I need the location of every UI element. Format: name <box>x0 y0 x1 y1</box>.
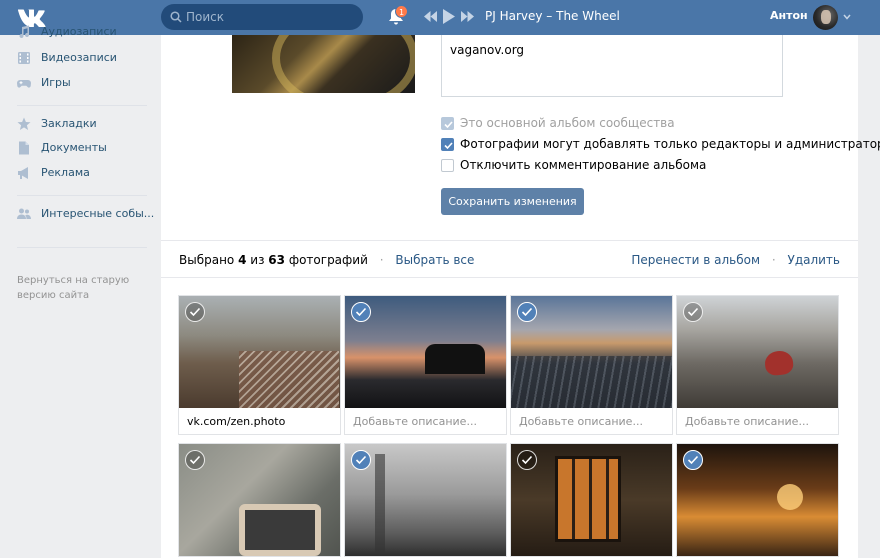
sidebar-item-label: Документы <box>41 141 107 154</box>
selection-suffix: фотографий <box>288 253 368 267</box>
photo-image[interactable] <box>511 444 672 556</box>
photo-image[interactable] <box>345 444 506 556</box>
photo-select-checkbox[interactable] <box>185 302 205 322</box>
selected-count: 4 <box>238 253 247 267</box>
photo-select-checkbox[interactable] <box>351 302 371 322</box>
album-cover-image[interactable] <box>232 35 415 93</box>
sidebar-item-label: Видеозаписи <box>41 51 117 64</box>
photo-select-checkbox[interactable] <box>517 450 537 470</box>
sidebar-item-ads[interactable]: Реклама <box>17 164 157 184</box>
sidebar-item-documents[interactable]: Документы <box>17 139 157 159</box>
selection-bar: Выбрано 4 из 63 фотографий · Выбрать все… <box>161 241 858 277</box>
next-track-icon[interactable] <box>461 11 474 22</box>
photo-select-checkbox[interactable] <box>517 302 537 322</box>
user-name[interactable]: Антон <box>770 9 808 22</box>
selection-of: из <box>250 253 265 267</box>
previous-track-icon[interactable] <box>424 11 437 22</box>
sidebar-item-audio[interactable]: Аудиозаписи <box>17 23 157 43</box>
avatar[interactable] <box>813 5 838 30</box>
photo-select-checkbox[interactable] <box>351 450 371 470</box>
photo-image[interactable] <box>511 296 672 408</box>
sidebar-item-games[interactable]: Игры <box>17 74 157 94</box>
album-description-field[interactable]: vaganov.org <box>441 35 783 97</box>
search-icon <box>170 11 182 23</box>
star-icon <box>17 117 31 130</box>
option-label[interactable]: Фотографии могут добавлять только редакт… <box>460 137 880 151</box>
photo-caption[interactable]: vk.com/zen.photo <box>179 408 340 434</box>
selection-summary: Выбрано 4 из 63 фотографий · Выбрать все <box>179 253 474 267</box>
separator-dot: · <box>379 253 384 267</box>
sidebar-divider <box>17 195 147 196</box>
play-icon[interactable] <box>443 9 455 24</box>
separator-dot: · <box>771 253 776 267</box>
photo-image[interactable] <box>345 296 506 408</box>
total-count: 63 <box>268 253 285 267</box>
photo-caption[interactable]: Добавьте описание... <box>677 408 838 434</box>
gamepad-icon <box>17 80 31 88</box>
photo-image[interactable] <box>179 296 340 408</box>
save-button[interactable]: Сохранить изменения <box>441 188 584 215</box>
album-description-value: vaganov.org <box>450 43 525 57</box>
main-album-checkbox <box>441 117 454 130</box>
photo-select-checkbox[interactable] <box>185 450 205 470</box>
sidebar-item-videos[interactable]: Видеозаписи <box>17 49 157 69</box>
move-to-album-link[interactable]: Перенести в альбом <box>631 253 760 267</box>
photo-image[interactable] <box>677 444 838 556</box>
sidebar-item-events[interactable]: Интересные собы... <box>17 205 157 225</box>
photo-tile[interactable]: Добавьте описание... <box>510 295 673 435</box>
notification-badge: 1 <box>395 5 408 18</box>
music-icon <box>19 25 30 39</box>
photo-tile[interactable]: vk.com/zen.photo <box>178 295 341 435</box>
photo-tile[interactable]: Добавьте описание... <box>344 295 507 435</box>
disable-comments-checkbox[interactable] <box>441 159 454 172</box>
photo-select-checkbox[interactable] <box>683 450 703 470</box>
sidebar-item-label: Реклама <box>41 166 90 179</box>
sidebar-item-label: Закладки <box>41 117 97 130</box>
photo-caption[interactable]: Добавьте описание... <box>511 408 672 434</box>
sidebar-item-label: Интересные собы... <box>41 207 155 220</box>
megaphone-icon <box>18 167 28 179</box>
now-playing-track[interactable]: PJ Harvey – The Wheel <box>485 9 620 23</box>
photo-select-checkbox[interactable] <box>683 302 703 322</box>
sidebar-item-bookmarks[interactable]: Закладки <box>17 115 157 135</box>
sidebar-item-label: Игры <box>41 76 71 89</box>
photo-tile[interactable] <box>178 443 341 557</box>
photo-tile[interactable]: Добавьте описание... <box>676 295 839 435</box>
photo-tile[interactable] <box>510 443 673 557</box>
search-placeholder: Поиск <box>186 10 225 24</box>
selection-actions: Перенести в альбом · Удалить <box>631 253 840 267</box>
select-all-link[interactable]: Выбрать все <box>395 253 474 267</box>
sidebar-item-label: Аудиозаписи <box>41 25 117 38</box>
document-icon <box>19 141 29 155</box>
old-version-link[interactable]: Вернуться на старую версию сайта <box>17 273 147 303</box>
photo-caption[interactable]: Добавьте описание... <box>345 408 506 434</box>
video-icon <box>18 52 30 64</box>
photo-image[interactable] <box>677 296 838 408</box>
chevron-down-icon[interactable] <box>843 14 851 20</box>
search-input[interactable]: Поиск <box>161 4 363 30</box>
users-icon <box>17 208 31 219</box>
option-label: Это основной альбом сообщества <box>460 116 675 130</box>
photo-tile[interactable] <box>344 443 507 557</box>
section-divider <box>161 277 858 278</box>
delete-link[interactable]: Удалить <box>788 253 841 267</box>
option-label[interactable]: Отключить комментирование альбома <box>460 158 706 172</box>
photo-image[interactable] <box>179 444 340 556</box>
sidebar-divider <box>17 105 147 106</box>
photo-tile[interactable] <box>676 443 839 557</box>
sidebar-divider <box>17 247 147 248</box>
selection-prefix: Выбрано <box>179 253 235 267</box>
editors-only-checkbox[interactable] <box>441 138 454 151</box>
